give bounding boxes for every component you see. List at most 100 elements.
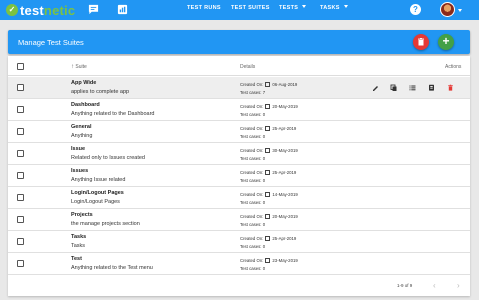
nav-tests-menu[interactable]: TESTS <box>279 5 307 11</box>
copy-icon[interactable] <box>390 84 397 91</box>
test-cases-count: 0 <box>262 200 266 205</box>
row-checkbox[interactable] <box>17 106 24 113</box>
table-row[interactable]: Dashboard Anything related to the Dashbo… <box>8 99 470 121</box>
table-footer: 1-9 of 9 ‹ › <box>8 276 470 296</box>
test-cases-count: 0 <box>262 222 266 227</box>
add-suite-button[interactable]: + <box>438 34 454 50</box>
avatar[interactable] <box>440 2 455 17</box>
row-checkbox[interactable] <box>17 150 24 157</box>
nav-test-suites[interactable]: TEST SUITES <box>231 5 270 11</box>
list-icon[interactable] <box>409 84 416 91</box>
test-cases-count: 0 <box>262 134 266 139</box>
test-cases: Test cases: 0 <box>240 134 265 139</box>
test-cases-label: Test cases: <box>240 200 262 205</box>
calendar-icon <box>265 214 271 219</box>
test-cases-count: 0 <box>262 112 266 117</box>
created-on-date: 30-May-2019 <box>272 148 298 153</box>
calendar-icon <box>265 170 271 175</box>
suite-name: Projects <box>71 212 93 218</box>
archive-icon[interactable] <box>428 84 435 91</box>
delete-suites-button[interactable] <box>413 34 429 50</box>
created-on-date: 06-Aug-2019 <box>272 82 298 87</box>
test-cases-label: Test cases: <box>240 156 262 161</box>
column-details: Details <box>240 64 256 70</box>
nav-tasks-menu[interactable]: TASKS <box>320 5 348 11</box>
calendar-icon <box>265 236 271 241</box>
test-cases: Test cases: 7 <box>240 90 265 95</box>
calendar-icon <box>265 258 271 263</box>
logo-text: testnetic <box>20 3 75 18</box>
suite-name: Tasks <box>71 234 87 240</box>
suite-description: the manage projects section <box>71 221 140 227</box>
created-on-label: Created On: <box>240 214 264 219</box>
suites-table: ↑ Suite Details Actions App Wide applies… <box>8 56 470 296</box>
calendar-icon <box>265 104 271 109</box>
chevron-down-icon[interactable] <box>458 9 462 12</box>
table-row[interactable]: Projects the manage projects section Cre… <box>8 209 470 231</box>
select-all-checkbox[interactable] <box>17 63 24 70</box>
nav-test-runs[interactable]: TEST RUNS <box>187 5 221 11</box>
row-checkbox[interactable] <box>17 238 24 245</box>
chat-icon[interactable] <box>88 4 99 15</box>
created-on: Created On: 06-Aug-2019 <box>240 82 297 87</box>
nav-tests-label: TESTS <box>279 5 299 11</box>
page-header-card: Manage Test Suites + <box>8 30 470 54</box>
logo-text-part1: test <box>20 2 44 18</box>
logo-text-part2: netic <box>43 2 76 18</box>
test-cases: Test cases: 0 <box>240 178 265 183</box>
test-cases-count: 0 <box>262 266 266 271</box>
suite-description: Tasks <box>71 243 86 249</box>
report-icon[interactable] <box>117 4 128 15</box>
row-checkbox[interactable] <box>17 128 24 135</box>
next-page-icon[interactable]: › <box>457 281 460 290</box>
created-on: Created On: 14-May-2019 <box>240 192 298 197</box>
table-row[interactable]: Login/Logout Pages Login/Logout Pages Cr… <box>8 187 470 209</box>
test-cases-label: Test cases: <box>240 178 262 183</box>
help-icon[interactable]: ? <box>410 4 421 15</box>
table-row[interactable]: General Anything Created On: 25-Apr-2019 … <box>8 121 470 143</box>
suite-name: App Wide <box>71 80 97 86</box>
app-logo[interactable]: ✓ testnetic <box>6 2 75 18</box>
chevron-down-icon <box>302 5 307 8</box>
table-row[interactable]: Issue Related only to Issues created Cre… <box>8 143 470 165</box>
row-checkbox[interactable] <box>17 260 24 267</box>
edit-icon[interactable] <box>372 84 379 91</box>
column-actions: Actions <box>445 64 462 70</box>
test-cases: Test cases: 0 <box>240 156 265 161</box>
test-cases: Test cases: 0 <box>240 266 265 271</box>
created-on: Created On: 20-May-2019 <box>240 104 298 109</box>
table-row[interactable]: Tasks Tasks Created On: 25-Apr-2019 Test … <box>8 231 470 253</box>
arrow-up-icon: ↑ <box>71 64 74 70</box>
test-cases: Test cases: 0 <box>240 200 265 205</box>
calendar-icon <box>265 148 271 153</box>
trash-icon <box>418 38 424 46</box>
row-checkbox[interactable] <box>17 194 24 201</box>
created-on-date: 20-May-2019 <box>272 104 298 109</box>
created-on-label: Created On: <box>240 82 264 87</box>
created-on: Created On: 23-May-2019 <box>240 258 298 263</box>
row-checkbox[interactable] <box>17 172 24 179</box>
test-cases: Test cases: 0 <box>240 244 265 249</box>
created-on: Created On: 25-Apr-2019 <box>240 170 296 175</box>
created-on-date: 23-May-2019 <box>272 258 298 263</box>
table-row[interactable]: Test Anything related to the Test menu C… <box>8 253 470 275</box>
suite-name: Test <box>71 256 82 262</box>
suite-description: Anything related to the Dashboard <box>71 111 155 117</box>
row-checkbox[interactable] <box>17 84 24 91</box>
nav-tasks-label: TASKS <box>320 5 340 11</box>
created-on-label: Created On: <box>240 170 264 175</box>
test-cases-label: Test cases: <box>240 266 262 271</box>
row-checkbox[interactable] <box>17 216 24 223</box>
calendar-icon <box>265 126 271 131</box>
table-row[interactable]: App Wide applies to complete app Created… <box>8 77 470 99</box>
suite-name: Issues <box>71 168 89 174</box>
column-suite[interactable]: ↑ Suite <box>71 64 87 70</box>
created-on: Created On: 30-May-2019 <box>240 148 298 153</box>
table-row[interactable]: Issues Anything Issue related Created On… <box>8 165 470 187</box>
nav-test-suites-label: TEST SUITES <box>231 5 270 11</box>
prev-page-icon[interactable]: ‹ <box>433 281 436 290</box>
suite-name: Login/Logout Pages <box>71 190 124 196</box>
created-on-date: 14-May-2019 <box>272 192 298 197</box>
calendar-icon <box>265 192 271 197</box>
delete-icon[interactable] <box>447 84 454 91</box>
